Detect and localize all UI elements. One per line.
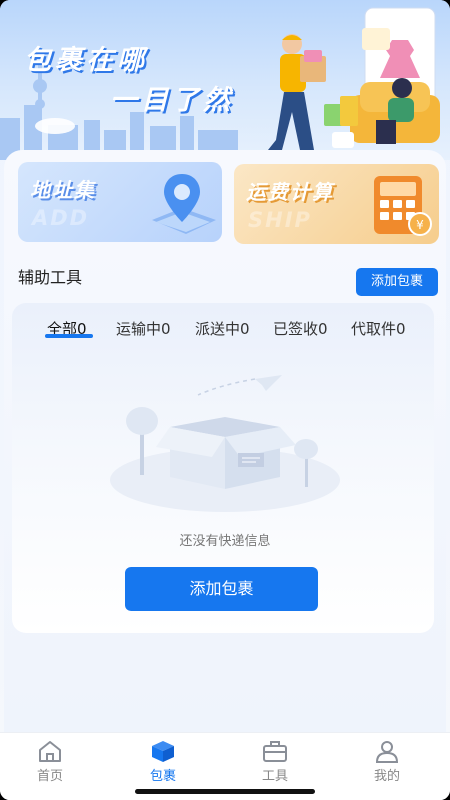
banner-title-line1: 包裹在哪 xyxy=(24,45,148,76)
svg-text:¥: ¥ xyxy=(416,218,424,232)
tab-delivering[interactable]: 派送中0 xyxy=(195,318,250,339)
nav-label-tools: 工具 xyxy=(261,769,288,784)
user-icon xyxy=(375,741,399,763)
shipping-card-watermark: SHIP xyxy=(248,208,312,232)
shipping-card-title: 运费计算 xyxy=(246,180,334,204)
nav-label-home: 首页 xyxy=(36,769,63,784)
home-icon xyxy=(39,741,61,762)
calculator-icon: ¥ xyxy=(374,176,432,236)
add-package-button-header[interactable]: 添加包裹 xyxy=(356,268,438,296)
address-card-watermark: ADD xyxy=(32,206,90,230)
tab-signed[interactable]: 已签收0 xyxy=(273,318,328,339)
tab-pickup[interactable]: 代取件0 xyxy=(351,318,406,339)
map-pin-icon xyxy=(152,174,216,234)
nav-item-package[interactable]: 包裹 xyxy=(133,739,193,784)
nav-item-profile[interactable]: 我的 xyxy=(357,739,417,784)
nav-label-profile: 我的 xyxy=(373,769,400,784)
app-screen: 包裹在哪 一目了然 地址集 ADD 运费计算 SHIP ¥ 辅助工具 添加包裹 … xyxy=(0,0,450,800)
active-tab-indicator xyxy=(45,334,93,338)
empty-state-message: 还没有快递信息 xyxy=(179,534,271,549)
nav-item-home[interactable]: 首页 xyxy=(20,739,80,784)
promo-banner: 包裹在哪 一目了然 xyxy=(0,0,450,160)
nav-item-tools[interactable]: 工具 xyxy=(245,739,305,784)
address-book-card[interactable]: 地址集 ADD xyxy=(18,162,222,242)
shipping-fee-card[interactable]: 运费计算 SHIP ¥ xyxy=(234,164,439,244)
tab-in-transit[interactable]: 运输中0 xyxy=(116,318,171,339)
address-card-title: 地址集 xyxy=(30,178,96,202)
toolbox-icon xyxy=(263,741,287,762)
package-icon xyxy=(152,741,174,762)
empty-box-illustration xyxy=(110,375,340,512)
banner-title-line2: 一目了然 xyxy=(110,85,234,116)
add-package-button[interactable]: 添加包裹 xyxy=(125,567,318,611)
section-title-tools: 辅助工具 xyxy=(18,268,83,287)
nav-label-package: 包裹 xyxy=(149,769,176,784)
home-indicator xyxy=(135,789,315,794)
